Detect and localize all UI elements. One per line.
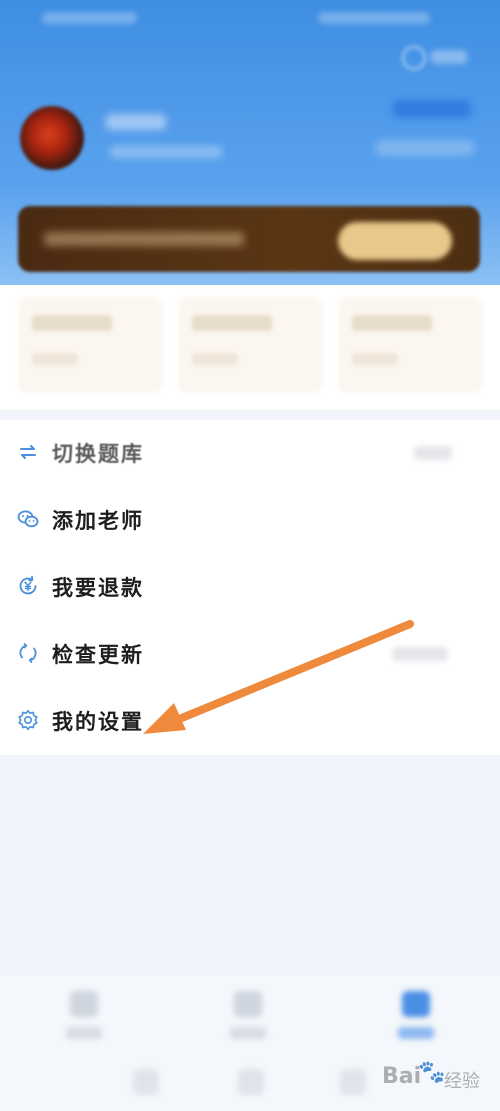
menu-item-label: 我要退款 xyxy=(52,575,144,600)
menu-item-switch-bank[interactable]: 切换题库 xyxy=(0,420,500,487)
tab-label-blurred xyxy=(230,1027,266,1039)
quick-cards xyxy=(0,285,500,410)
user-subtitle-blurred xyxy=(110,146,222,158)
header-link-blurred[interactable] xyxy=(375,140,475,156)
settings-menu: 切换题库 添加老师 我要退款 检查更新 我的设置 xyxy=(0,420,500,755)
menu-item-label: 切换题库 xyxy=(52,441,144,466)
watermark-suffix: 经验 xyxy=(444,1071,480,1092)
book-icon xyxy=(234,991,262,1017)
gear-icon xyxy=(17,709,39,731)
quick-card[interactable] xyxy=(178,297,323,393)
wechat-icon xyxy=(17,508,39,530)
home-icon xyxy=(70,991,98,1017)
home-button-icon[interactable] xyxy=(238,1069,264,1095)
paw-icon: 🐾 xyxy=(418,1060,446,1085)
profile-header xyxy=(0,0,500,285)
vip-banner[interactable] xyxy=(18,206,480,272)
menu-item-label: 检查更新 xyxy=(52,642,144,667)
vip-banner-text-blurred xyxy=(44,232,244,246)
refund-icon xyxy=(17,575,39,597)
menu-item-refund[interactable]: 我要退款 xyxy=(0,554,500,621)
refresh-icon xyxy=(17,642,39,664)
baidu-watermark: Bai 🐾 经验 xyxy=(382,1058,492,1098)
quick-card[interactable] xyxy=(18,297,163,393)
quick-card[interactable] xyxy=(338,297,483,393)
tab-study[interactable] xyxy=(208,983,288,1047)
header-action-blurred[interactable] xyxy=(430,50,468,64)
headset-icon[interactable] xyxy=(402,46,426,70)
menu-item-my-settings[interactable]: 我的设置 xyxy=(0,688,500,755)
menu-item-add-teacher[interactable]: 添加老师 xyxy=(0,487,500,554)
menu-item-check-update[interactable]: 检查更新 xyxy=(0,621,500,688)
status-left-blurred xyxy=(42,12,137,24)
recents-icon[interactable] xyxy=(340,1069,366,1095)
menu-item-label: 添加老师 xyxy=(52,508,144,533)
vip-open-button[interactable] xyxy=(338,222,452,260)
tab-label-blurred xyxy=(398,1027,434,1039)
status-bar xyxy=(0,0,500,38)
menu-item-label: 我的设置 xyxy=(52,709,144,734)
tab-mine[interactable] xyxy=(376,983,456,1047)
header-button-blurred[interactable] xyxy=(392,100,472,118)
menu-item-value-blurred xyxy=(414,446,452,460)
user-icon xyxy=(402,991,430,1017)
tab-home[interactable] xyxy=(44,983,124,1047)
watermark-text: Bai xyxy=(382,1064,422,1089)
bottom-tab-bar xyxy=(0,975,500,1055)
tab-label-blurred xyxy=(66,1027,102,1039)
status-right-blurred xyxy=(318,12,430,24)
swap-icon xyxy=(17,441,39,463)
avatar[interactable] xyxy=(20,106,84,170)
back-icon[interactable] xyxy=(133,1069,159,1095)
version-value-blurred xyxy=(392,647,448,661)
user-name-blurred xyxy=(106,114,166,130)
